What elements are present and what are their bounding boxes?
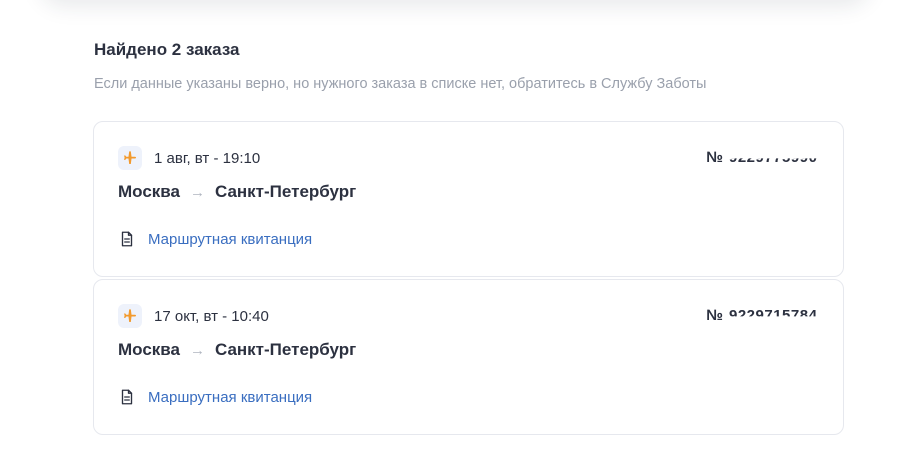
receipt-link[interactable]: Маршрутная квитанция bbox=[118, 230, 312, 248]
order-number-prefix: № bbox=[706, 307, 723, 324]
order-card[interactable]: 17 окт, вт - 10:40 № 9229715784 Москва →… bbox=[93, 279, 844, 435]
order-number-value: 9229715784 bbox=[729, 307, 818, 324]
order-number: № 9229775990 bbox=[706, 149, 819, 166]
results-header: Найдено 2 заказа Если данные указаны вер… bbox=[94, 40, 706, 92]
receipt-link-label[interactable]: Маршрутная квитанция bbox=[148, 231, 312, 248]
route-arrow: → bbox=[189, 183, 205, 201]
receipt-link[interactable]: Маршрутная квитанция bbox=[118, 388, 312, 406]
order-date-row: 17 окт, вт - 10:40 bbox=[118, 304, 269, 328]
order-date: 17 окт, вт - 10:40 bbox=[154, 307, 269, 325]
route-arrow: → bbox=[189, 341, 205, 359]
order-date: 1 авг, вт - 19:10 bbox=[154, 149, 261, 167]
order-route: Москва → Санкт-Петербург bbox=[118, 340, 356, 360]
airplane-icon bbox=[118, 146, 142, 170]
order-route: Москва → Санкт-Петербург bbox=[118, 182, 356, 202]
results-subtitle: Если данные указаны верно, но нужного за… bbox=[94, 76, 707, 92]
document-icon bbox=[118, 388, 136, 406]
results-title: Найдено 2 заказа bbox=[94, 40, 240, 59]
route-to: Санкт-Петербург bbox=[214, 340, 357, 359]
order-card[interactable]: 1 авг, вт - 19:10 № 9229775990 Москва → … bbox=[93, 121, 844, 277]
order-date-row: 1 авг, вт - 19:10 bbox=[118, 146, 260, 170]
order-number-prefix: № bbox=[706, 149, 723, 166]
document-icon bbox=[118, 230, 136, 248]
order-number: № 9229715784 bbox=[706, 307, 819, 324]
route-to: Санкт-Петербург bbox=[214, 182, 357, 201]
route-from: Москва bbox=[118, 182, 180, 201]
receipt-link-label[interactable]: Маршрутная квитанция bbox=[148, 389, 312, 406]
airplane-icon bbox=[118, 304, 142, 328]
order-number-value: 9229775990 bbox=[729, 149, 818, 166]
route-from: Москва bbox=[118, 340, 180, 359]
